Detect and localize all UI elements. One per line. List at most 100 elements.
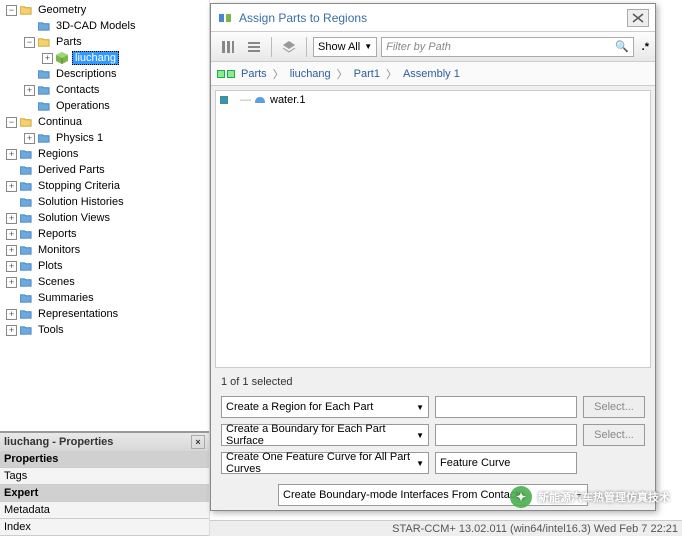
tree-node[interactable]: +Plots [0,258,209,274]
tree-node[interactable]: Summaries [0,290,209,306]
tree-node-label: Solution Views [36,212,112,224]
folder-icon [19,179,33,193]
collapse-icon[interactable]: − [6,117,17,128]
tree-node-label: Regions [36,148,80,160]
feature-curve-name-field[interactable]: Feature Curve [435,452,577,474]
breadcrumb-item[interactable]: liuchang [290,68,331,80]
list-item[interactable]: — water.1 [216,91,650,109]
folder-icon [19,307,33,321]
properties-row-tags[interactable]: Tags [0,468,209,484]
boundary-name-field[interactable] [435,424,577,446]
tree-node[interactable]: Operations [0,98,209,114]
folder-icon [19,227,33,241]
toolbar-options-button[interactable]: .* [642,41,649,53]
expand-icon[interactable]: + [6,229,17,240]
selection-checkbox[interactable] [220,96,228,104]
tree-node[interactable]: + Solution Views [0,210,209,226]
expand-icon[interactable]: + [24,133,35,144]
tree-node[interactable]: + Stopping Criteria [0,178,209,194]
tree-node[interactable]: −Continua [0,114,209,130]
folder-icon [19,3,33,17]
region-name-field[interactable] [435,396,577,418]
toolbar-separator [271,37,272,57]
tree-node[interactable]: +Physics 1 [0,130,209,146]
boundary-select-button[interactable]: Select... [583,424,645,446]
interface-mode-combo[interactable]: Create Boundary-mode Interfaces From Con… [278,484,588,506]
boundary-mode-combo[interactable]: Create a Boundary for Each Part Surface▼ [221,424,429,446]
tree-node-label: Geometry [36,4,88,16]
tree-node[interactable]: 3D-CAD Models [0,18,209,34]
expand-icon[interactable]: + [6,245,17,256]
toolbar-column-button[interactable] [217,36,239,58]
tree-node[interactable]: −Parts [0,34,209,50]
expand-icon[interactable]: + [6,213,17,224]
dialog-close-button[interactable] [627,9,649,27]
collapse-icon[interactable]: − [24,37,35,48]
tree-node-label: Scenes [36,276,77,288]
tree-node-label: liuchang [72,51,119,65]
tree-node[interactable]: + Scenes [0,274,209,290]
tree-node-label: Stopping Criteria [36,180,122,192]
expand-icon[interactable]: + [6,309,17,320]
status-bar: STAR-CCM+ 13.02.011 (win64/intel16.3) We… [210,520,682,536]
tree-node[interactable]: Derived Parts [0,162,209,178]
chevron-down-icon: ▼ [410,459,424,468]
folder-icon [19,323,33,337]
expand-icon[interactable]: + [6,149,17,160]
dialog-bottom-panel: 1 of 1 selected Create a Region for Each… [211,372,655,510]
tree-node[interactable]: +Tools [0,322,209,338]
tree-node[interactable]: + liuchang [0,50,209,66]
tree-node[interactable]: + Reports [0,226,209,242]
properties-title: liuchang - Properties × [0,433,209,451]
properties-section-header[interactable]: Properties [0,451,209,467]
tree-node-label: Solution Histories [36,196,126,208]
expand-icon[interactable]: + [42,53,53,64]
properties-row-index[interactable]: Index [0,519,209,535]
breadcrumb-item[interactable]: Part1 [354,68,380,80]
tree-node[interactable]: +Representations [0,306,209,322]
breadcrumb-item[interactable]: Assembly 1 [403,68,460,80]
toolbar-separator [306,37,307,57]
tree-node-label: Monitors [36,244,82,256]
properties-title-text: liuchang - Properties [4,436,113,448]
expand-icon[interactable]: + [6,181,17,192]
toolbar-flatten-button[interactable] [278,36,300,58]
toolbar-list-button[interactable] [243,36,265,58]
expand-icon[interactable]: + [6,277,17,288]
tree-node[interactable]: Solution Histories [0,194,209,210]
breadcrumb-separator: 〉 [386,66,397,82]
expand-icon[interactable]: + [6,261,17,272]
properties-section-header[interactable]: Expert [0,485,209,501]
collapse-icon[interactable]: − [6,5,17,16]
feature-curve-mode-combo[interactable]: Create One Feature Curve for All Part Cu… [221,452,429,474]
folder-icon [19,259,33,273]
tree-node[interactable]: +Contacts [0,82,209,98]
tree-node[interactable]: Descriptions [0,66,209,82]
status-text: STAR-CCM+ 13.02.011 (win64/intel16.3) We… [392,523,678,535]
dialog-titlebar[interactable]: Assign Parts to Regions [211,4,655,32]
assign-parts-dialog: Assign Parts to Regions Show All ▼ Filte… [210,3,656,511]
tree-node[interactable]: − Geometry [0,2,209,18]
simulation-tree[interactable]: − Geometry 3D-CAD Models−Parts + liuchangDes… [0,0,209,431]
region-select-button[interactable]: Select... [583,396,645,418]
parts-list[interactable]: — water.1 [215,90,651,368]
expand-icon[interactable]: + [24,85,35,96]
folder-icon [37,35,51,49]
tree-node[interactable]: + Monitors [0,242,209,258]
folder-icon [19,275,33,289]
filter-input[interactable]: Filter by Path 🔍 [381,37,634,57]
region-mode-combo[interactable]: Create a Region for Each Part▼ [221,396,429,418]
breadcrumb-item[interactable]: Parts [241,68,267,80]
show-filter-label: Show All [318,41,360,53]
properties-close-button[interactable]: × [191,435,205,449]
tree-node[interactable]: + Regions [0,146,209,162]
folder-icon [19,115,33,129]
show-filter-combo[interactable]: Show All ▼ [313,37,377,57]
search-icon: 🔍 [615,40,629,53]
properties-row-metadata[interactable]: Metadata [0,502,209,518]
part-icon [55,51,69,65]
tree-node-label: Reports [36,228,79,240]
dialog-toolbar: Show All ▼ Filter by Path 🔍 .* [211,32,655,62]
expand-icon[interactable]: + [6,325,17,336]
folder-icon [19,211,33,225]
